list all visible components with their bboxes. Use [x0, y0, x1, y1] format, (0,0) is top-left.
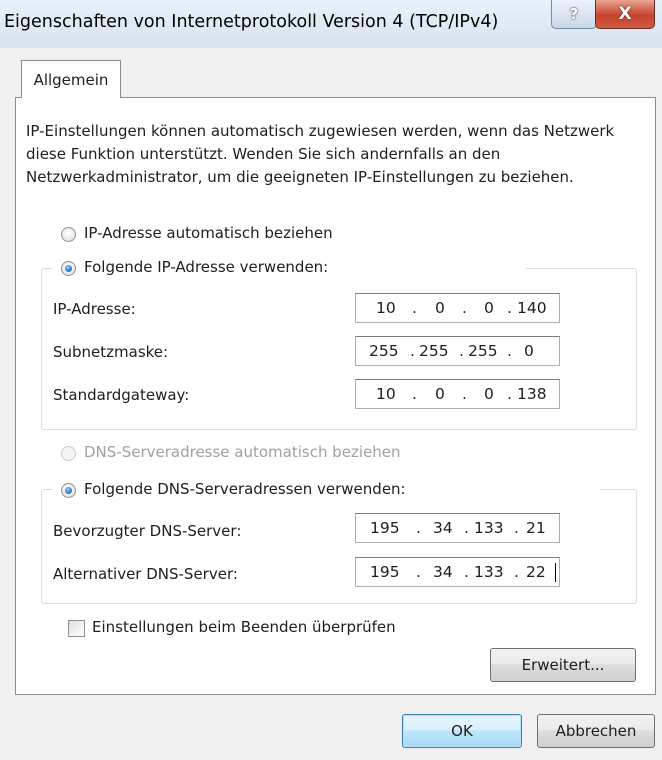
- ip-auto-label[interactable]: IP-Adresse automatisch beziehen: [84, 224, 333, 242]
- octet-separator: .: [412, 385, 417, 403]
- octet: 10: [376, 299, 396, 317]
- text-caret: [555, 563, 556, 582]
- octet-separator: .: [507, 342, 512, 360]
- tab-label: Allgemein: [33, 70, 109, 89]
- octet-separator: .: [514, 563, 519, 581]
- octet-separator: .: [514, 519, 519, 537]
- ok-button-label: OK: [451, 722, 473, 740]
- window-title: Eigenschaften von Internetprotokoll Vers…: [4, 12, 499, 32]
- octet: 22: [526, 563, 546, 581]
- octet: 255: [419, 342, 449, 360]
- octet: 133: [474, 563, 504, 581]
- octet-separator: .: [464, 563, 469, 581]
- dns-auto-label[interactable]: DNS-Serveradresse automatisch beziehen: [84, 443, 401, 461]
- validate-on-exit-checkbox[interactable]: [68, 620, 85, 637]
- preferred-dns-input[interactable]: 195 . 34 . 133 . 21: [355, 513, 560, 543]
- ip-auto-radio[interactable]: [61, 227, 76, 242]
- octet: 0: [484, 385, 494, 403]
- octet-separator: .: [416, 519, 421, 537]
- tab-allgemein[interactable]: Allgemein: [21, 60, 121, 98]
- octet: 0: [524, 342, 534, 360]
- octet: 195: [370, 519, 400, 537]
- octet-separator: .: [462, 385, 467, 403]
- close-button[interactable]: X: [595, 0, 655, 29]
- ip-manual-radio[interactable]: [61, 261, 76, 276]
- validate-on-exit-label[interactable]: Einstellungen beim Beenden überprüfen: [92, 618, 396, 636]
- help-button[interactable]: ?: [551, 0, 597, 29]
- ok-button[interactable]: OK: [402, 714, 522, 748]
- octet: 10: [376, 385, 396, 403]
- octet-separator: .: [507, 385, 512, 403]
- dns-auto-radio[interactable]: [61, 446, 76, 461]
- subnet-mask-input[interactable]: 255 . 255 . 255 . 0: [355, 336, 560, 366]
- octet: 255: [369, 342, 399, 360]
- alternate-dns-input[interactable]: 195 . 34 . 133 . 22: [355, 557, 560, 587]
- octet: 21: [526, 519, 546, 537]
- octet: 140: [517, 299, 547, 317]
- title-bar: Eigenschaften von Internetprotokoll Vers…: [0, 0, 662, 48]
- octet-separator: .: [462, 299, 467, 317]
- alternate-dns-label: Alternativer DNS-Server:: [53, 565, 238, 583]
- octet: 0: [435, 299, 445, 317]
- octet-separator: .: [459, 342, 464, 360]
- ip-manual-label[interactable]: Folgende IP-Adresse verwenden:: [84, 258, 328, 276]
- cancel-button-label: Abbrechen: [555, 722, 637, 740]
- ip-address-label: IP-Adresse:: [53, 300, 136, 318]
- ip-address-input[interactable]: 10 . 0 . 0 . 140: [355, 293, 560, 323]
- octet-separator: .: [416, 563, 421, 581]
- cancel-button[interactable]: Abbrechen: [537, 714, 655, 748]
- octet: 195: [370, 563, 400, 581]
- octet-separator: .: [412, 299, 417, 317]
- close-icon: X: [618, 4, 632, 24]
- help-icon: ?: [569, 5, 579, 23]
- gateway-label: Standardgateway:: [53, 386, 190, 404]
- advanced-button[interactable]: Erweitert...: [490, 648, 636, 682]
- octet-separator: .: [410, 342, 415, 360]
- octet-separator: .: [507, 299, 512, 317]
- octet-separator: .: [464, 519, 469, 537]
- subnet-mask-label: Subnetzmaske:: [53, 343, 169, 361]
- octet: 138: [517, 385, 547, 403]
- gateway-input[interactable]: 10 . 0 . 0 . 138: [355, 379, 560, 409]
- dns-manual-label[interactable]: Folgende DNS-Serveradressen verwenden:: [84, 480, 406, 498]
- octet: 0: [484, 299, 494, 317]
- dns-manual-radio[interactable]: [61, 483, 76, 498]
- octet: 34: [433, 563, 453, 581]
- description-text: IP-Einstellungen können automatisch zuge…: [26, 122, 615, 186]
- advanced-button-label: Erweitert...: [521, 656, 605, 674]
- octet: 0: [435, 385, 445, 403]
- preferred-dns-label: Bevorzugter DNS-Server:: [53, 522, 242, 540]
- octet: 255: [468, 342, 498, 360]
- octet: 133: [474, 519, 504, 537]
- octet: 34: [433, 519, 453, 537]
